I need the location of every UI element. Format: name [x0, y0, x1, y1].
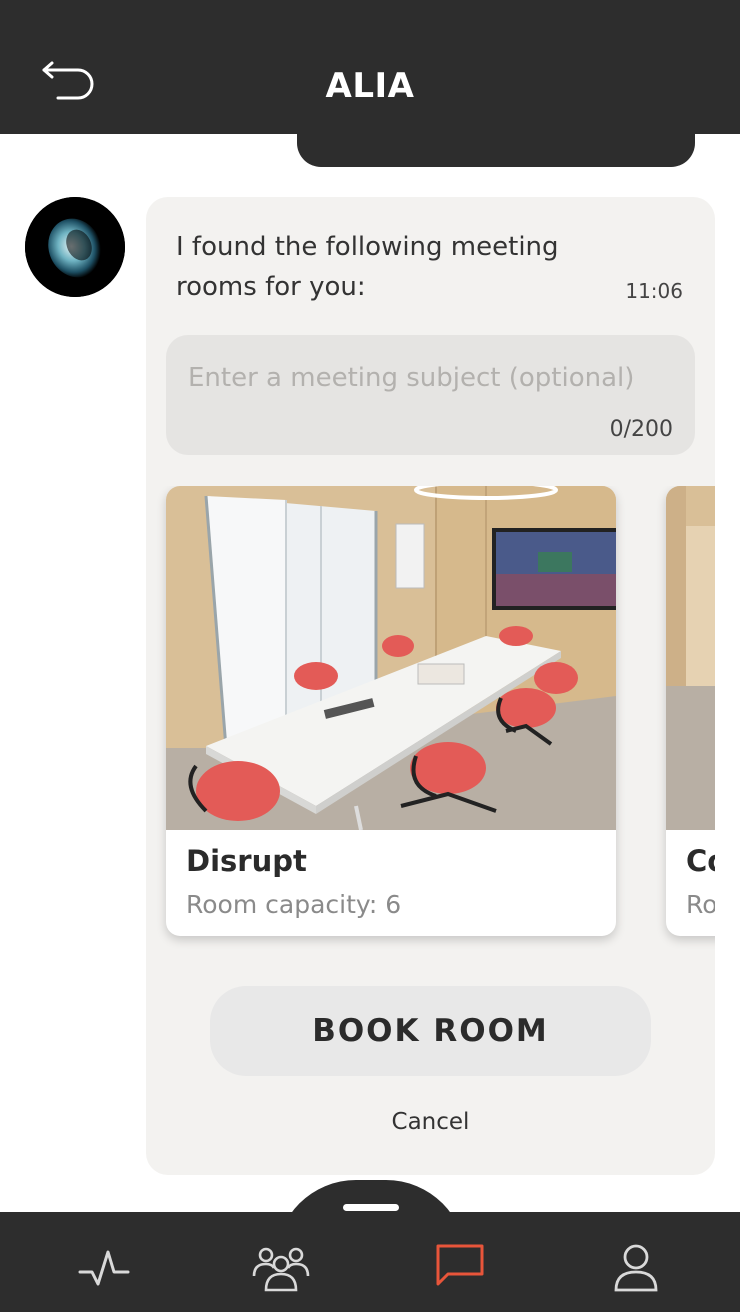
drag-handle[interactable]: [343, 1204, 399, 1211]
room-photo: [166, 486, 616, 830]
character-counter: 0/200: [609, 417, 673, 442]
room-capacity: Room capacity: 6: [186, 890, 402, 919]
assistant-avatar: [25, 197, 125, 297]
meeting-subject-field[interactable]: 0/200: [166, 335, 695, 455]
profile-icon: [614, 1244, 658, 1292]
room-capacity: Ro: [686, 890, 715, 919]
message-timestamp: 11:06: [625, 279, 683, 303]
header-tab-decoration: [297, 134, 695, 167]
assistant-message: I found the following meeting rooms for …: [176, 232, 559, 302]
tab-activity[interactable]: [76, 1242, 132, 1292]
room-photo: [666, 486, 715, 830]
book-room-button[interactable]: BOOK ROOM: [210, 986, 651, 1076]
room-name: Disrupt: [186, 844, 307, 878]
tab-profile[interactable]: [610, 1242, 666, 1292]
tab-chat[interactable]: [434, 1242, 490, 1292]
page-title: ALIA: [325, 66, 415, 106]
bottom-tab-bar: [0, 1212, 740, 1312]
room-card[interactable]: Co Ro: [666, 486, 715, 936]
chat-icon: [436, 1244, 484, 1286]
assistant-orb-icon: [25, 197, 125, 297]
chat-bubble: I found the following meeting rooms for …: [146, 197, 715, 1175]
cancel-link[interactable]: Cancel: [146, 1109, 715, 1135]
tab-people[interactable]: [252, 1242, 310, 1292]
meeting-subject-input[interactable]: [186, 357, 670, 399]
room-card[interactable]: Disrupt Room capacity: 6: [166, 486, 616, 936]
app-header: ALIA: [0, 0, 740, 134]
room-name: Co: [686, 844, 715, 878]
room-carousel[interactable]: Disrupt Room capacity: 6 Co Ro: [146, 486, 715, 956]
people-icon: [252, 1247, 310, 1292]
activity-icon: [78, 1250, 130, 1286]
